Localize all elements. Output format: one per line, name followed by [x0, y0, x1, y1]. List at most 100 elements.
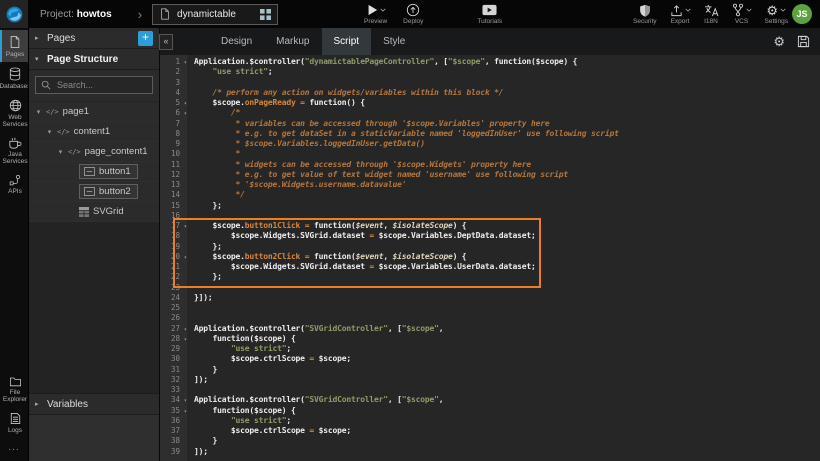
tree-item-button1[interactable]: button1 [29, 162, 159, 182]
chevron-down-icon[interactable]: ▾ [57, 148, 64, 156]
grid-view-icon[interactable] [260, 9, 271, 20]
code-line: 22 }; [160, 272, 820, 282]
line-number: 9 [160, 139, 187, 149]
line-number: 15 [160, 201, 187, 211]
wavemaker-logo-icon[interactable] [0, 0, 28, 28]
line-number: 24 [160, 293, 187, 303]
rail-spacer [0, 199, 28, 371]
line-number: 4 [160, 88, 187, 98]
line-number: 13 [160, 180, 187, 190]
line-number: 39 [160, 447, 187, 457]
search-box [35, 76, 153, 94]
code-line: 37 $scope.ctrlScope = $scope; [160, 426, 820, 436]
line-number: 11 [160, 160, 187, 170]
line-number: 32 [160, 375, 187, 385]
code-line: 33 [160, 385, 820, 395]
tree-item-page-content1[interactable]: ▾ </>page_content1 [29, 142, 159, 162]
rail-item-java-services[interactable]: JavaServices [0, 132, 28, 169]
line-number: 36 [160, 416, 187, 426]
editor-tabbar: « DesignMarkupScriptStyle ⚙ [160, 28, 820, 55]
line-number: 26 [160, 313, 187, 323]
page-tab-label: dynamictable [177, 9, 254, 20]
tab-markup[interactable]: Markup [264, 28, 321, 55]
code-line: 1▾ Application.$controller("dynamictable… [160, 57, 820, 67]
code-line: 39 ]); [160, 447, 820, 457]
caret-down-icon [685, 8, 691, 12]
save-icon[interactable] [797, 35, 810, 48]
tree-item-svgrid[interactable]: SVGrid [29, 202, 159, 222]
rail-more-button[interactable]: ... [0, 438, 28, 461]
export-icon [670, 4, 683, 17]
script-editor[interactable]: 1▾ Application.$controller("dynamictable… [160, 55, 820, 461]
grid [79, 207, 89, 217]
rail-item-apis[interactable]: APIs [0, 169, 28, 199]
code-line: 12 * e.g. to get value of text widget na… [160, 170, 820, 180]
deploy-button[interactable]: Deploy [403, 4, 423, 25]
settings-label: Settings [765, 18, 789, 25]
chevron-down-icon[interactable]: ▾ [46, 128, 53, 136]
code-line: 35▾ function($scope) { [160, 406, 820, 416]
rail-item-file-explorer[interactable]: FileExplorer [0, 371, 28, 407]
pages-header[interactable]: ▸ Pages + [29, 28, 159, 49]
page-tab[interactable]: dynamictable [152, 4, 278, 25]
rail-item-pages[interactable]: Pages [0, 30, 28, 62]
wavemaker-studio: Project: howtos › dynamictable Preview D… [0, 0, 820, 461]
user-avatar[interactable]: JS [792, 4, 812, 24]
code-line: 7 * variables can be accessed through '$… [160, 119, 820, 129]
i18n-button[interactable]: I18N [704, 4, 719, 25]
caret-down-icon [380, 8, 386, 12]
variables-header[interactable]: ▸ Variables [29, 393, 159, 415]
line-number: 18 [160, 231, 187, 241]
collapse-panel-button[interactable]: « [159, 34, 173, 50]
security-button[interactable]: Security [633, 4, 656, 25]
preview-button[interactable]: Preview [364, 4, 387, 25]
caret-down-icon [780, 8, 786, 12]
chevron-down-icon[interactable]: ▾ [35, 108, 42, 116]
code-line: 4 /* perform any action on widgets/varia… [160, 88, 820, 98]
page-structure-header[interactable]: ▾ Page Structure [29, 49, 159, 70]
line-number: 30 [160, 354, 187, 364]
database-icon [9, 67, 21, 81]
line-number: 25 [160, 303, 187, 313]
line-number: 16 [160, 211, 187, 221]
line-number: 5▾ [160, 98, 187, 108]
tree-item-content1[interactable]: ▾ </>content1 [29, 122, 159, 142]
line-number: 20▾ [160, 252, 187, 262]
play-icon [366, 4, 378, 16]
tree-item-button2[interactable]: button2 [29, 182, 159, 202]
tutorials-button[interactable]: Tutorials [477, 4, 502, 25]
topbar-actions-right: Security Export I18N VCS ⚙ Settings [633, 4, 788, 25]
code-line: 26 [160, 313, 820, 323]
file-icon [159, 8, 171, 20]
script-settings-icon[interactable]: ⚙ [773, 35, 785, 48]
shield-icon [639, 4, 651, 17]
code-line: 30 $scope.ctrlScope = $scope; [160, 354, 820, 364]
line-number: 29 [160, 344, 187, 354]
rail-item-web-services[interactable]: WebServices [0, 94, 28, 132]
line-number: 14 [160, 190, 187, 200]
line-number: 3 [160, 78, 187, 88]
tab-script[interactable]: Script [322, 28, 372, 55]
deploy-label: Deploy [403, 18, 423, 25]
add-page-button[interactable]: + [138, 31, 153, 46]
line-number: 17▾ [160, 221, 187, 231]
pages-header-label: Pages [47, 33, 138, 44]
code-line: 13 * '$scope.Widgets.username.datavalue' [160, 180, 820, 190]
project-name: Project: howtos [40, 9, 112, 20]
code-line: 11 * widgets can be accessed through '$s… [160, 160, 820, 170]
line-number: 35▾ [160, 406, 187, 416]
export-button[interactable]: Export [670, 4, 691, 25]
line-number: 2 [160, 67, 187, 77]
rail-item-logs[interactable]: Logs [0, 407, 28, 438]
code-line: 17▾ $scope.button1Click = function($even… [160, 221, 820, 231]
tab-style[interactable]: Style [371, 28, 417, 55]
code-line: 38 } [160, 436, 820, 446]
logs-icon [10, 412, 21, 425]
code: </> [57, 128, 70, 136]
rail-item-databases[interactable]: Databases [0, 62, 28, 94]
search-input[interactable] [55, 79, 147, 91]
tree-item-page1[interactable]: ▾ </>page1 [29, 102, 159, 122]
settings-button[interactable]: ⚙ Settings [765, 4, 789, 25]
tab-design[interactable]: Design [209, 28, 264, 55]
vcs-button[interactable]: VCS [732, 4, 752, 25]
